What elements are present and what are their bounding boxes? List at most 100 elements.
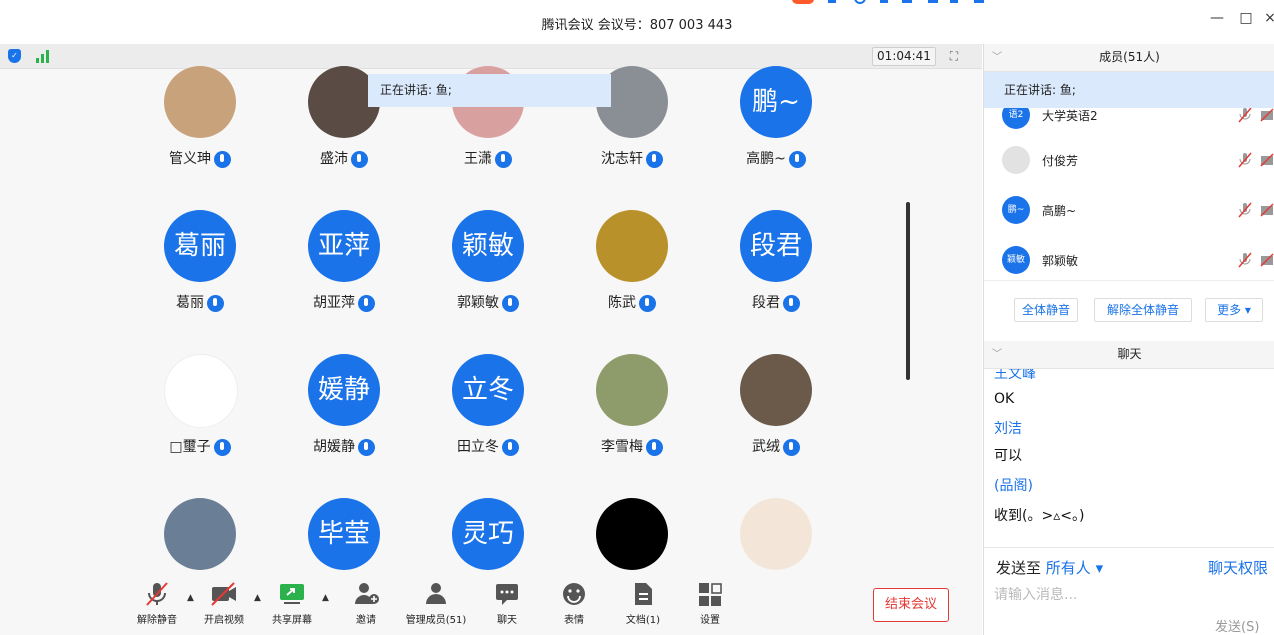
participant-avatar: 段君 [740, 210, 812, 282]
participant-avatar [740, 354, 812, 426]
security-shield-icon[interactable]: ✓ [8, 49, 21, 63]
member-name: 付俊芳 [1042, 154, 1079, 168]
mic-icon [213, 438, 231, 456]
mic-muted-icon[interactable] [1237, 202, 1253, 218]
mic-muted-icon[interactable] [1237, 107, 1253, 123]
unmute-all-button[interactable]: 解除全体静音 [1094, 298, 1192, 322]
participant-tile[interactable]: 立冬 田立冬 [428, 354, 548, 484]
participant-name: 沈志轩 [572, 148, 692, 168]
send-to: 发送至 所有人 ▾ [996, 557, 1103, 578]
participant-tile[interactable]: 葛丽 葛丽 [140, 210, 260, 340]
mic-muted-icon[interactable] [1237, 252, 1253, 268]
send-button[interactable]: 发送(S) [1215, 616, 1259, 635]
chat-header[interactable]: ﹀ 聊天 [984, 341, 1274, 369]
participant-avatar: 鹏~ [740, 66, 812, 138]
participant-name-text: 陈武 [608, 295, 636, 311]
participant-name-text: 田立冬 [457, 439, 499, 455]
mic-icon [358, 438, 375, 456]
mic-icon [646, 438, 663, 456]
member-avatar [1002, 146, 1030, 174]
mic-icon [788, 150, 806, 168]
mic-icon [783, 438, 800, 456]
chat-icon [493, 581, 521, 607]
more-button[interactable]: 更多 ▾ [1205, 298, 1263, 322]
participant-name-text: 盛沛 [320, 151, 348, 167]
mic-icon [783, 294, 800, 312]
participant-name: 盛沛 [284, 148, 404, 168]
participant-tile[interactable]: □璽子 [140, 354, 260, 484]
participant-tile[interactable]: 陈武 [572, 210, 692, 340]
fullscreen-icon[interactable]: ⛶ [946, 48, 962, 64]
end-meeting-button[interactable]: 结束会议 [873, 588, 949, 622]
chat-permissions-button[interactable]: 聊天权限 [1208, 557, 1268, 578]
participant-avatar: 颖敏 [452, 210, 524, 282]
minimize-button[interactable]: — [1207, 10, 1227, 26]
participant-name: 田立冬 [428, 436, 548, 456]
mic-muted-icon [143, 581, 171, 607]
participant-tile[interactable]: 亚萍 胡亚萍 [284, 210, 404, 340]
window-title: 腾讯会议 会议号：807 003 443 [541, 18, 733, 33]
participant-tile[interactable]: 媛静胡媛静 [284, 354, 404, 484]
participant-tile[interactable]: 鹏~ 高鹏~ [716, 66, 836, 196]
manage-members-button[interactable]: 管理成员(51) [396, 581, 476, 626]
close-button[interactable]: × [1260, 10, 1274, 26]
participant-avatar [596, 210, 668, 282]
participant-name: 武绒 [716, 436, 836, 456]
mic-icon [639, 294, 656, 312]
title-bar: 腾讯会议 会议号：807 003 443 — □ × [0, 0, 1274, 45]
participant-tile[interactable]: 管义珅 [140, 66, 260, 196]
invite-button[interactable]: 邀请 [326, 581, 406, 626]
participant-avatar: 媛静 [308, 354, 380, 426]
collapse-chevron-icon[interactable]: ﹀ [992, 341, 1002, 368]
member-row[interactable]: 付俊芳 [984, 139, 1274, 189]
camera-off-icon[interactable] [1260, 253, 1274, 267]
member-name: 郭颖敏 [1042, 254, 1079, 268]
participant-name-text: 郭颖敏 [457, 295, 499, 311]
participant-name-text: 沈志轩 [601, 151, 643, 167]
mic-icon [646, 150, 663, 168]
manage-members-label: 管理成员(51) [405, 615, 467, 626]
video-gallery: ✓ 01:04:41 ⛶ 管义珅 盛沛 王潇 沈志轩 鹏~ 高鹏~ 葛丽 葛丽 亚萍 胡亚萍 颖敏郭… [0, 44, 982, 635]
settings-label: 设置 [700, 615, 720, 626]
participant-tile[interactable]: 李雪梅 [572, 354, 692, 484]
message-input[interactable]: 请输入消息... [994, 584, 1077, 604]
participant-name-text: 胡媛静 [313, 439, 355, 455]
settings-button[interactable]: 设置 [670, 581, 750, 626]
mic-icon [502, 294, 519, 312]
mute-all-button[interactable]: 全体静音 [1014, 298, 1078, 322]
participant-avatar: 毕莹 [308, 498, 380, 570]
chat-sender: 刘洁 [994, 421, 1022, 437]
member-row[interactable]: 鹏~ 高鹏~ [984, 189, 1274, 239]
floating-toolbar-icons[interactable] [790, 0, 1000, 8]
recipient-select[interactable]: 所有人 ▾ [1046, 559, 1103, 577]
chat-message: 可以 [994, 448, 1022, 464]
participant-tile[interactable]: 颖敏郭颖敏 [428, 210, 548, 340]
mic-icon [351, 150, 368, 168]
participant-avatar [596, 498, 668, 570]
mic-icon [214, 150, 231, 168]
participant-tile[interactable]: 段君 段君 [716, 210, 836, 340]
camera-off-icon[interactable] [1260, 153, 1274, 167]
mic-icon [495, 150, 512, 168]
chat-sender: 王文峰 [994, 369, 1036, 382]
participant-avatar: 灵巧 [452, 498, 524, 570]
participant-name: 陈武 [572, 292, 692, 312]
right-panel: ﹀ 成员(51人) 语2 大学英语2 付俊芳 鹏~ 高鹏~ 颖敏 郭颖敏 正在讲 [983, 44, 1274, 635]
emoji-button[interactable]: 表情 [534, 581, 614, 626]
participant-name: 管义珅 [140, 148, 260, 168]
participant-name-text: 王潇 [464, 151, 492, 167]
share-screen-button[interactable]: 共享屏幕 [252, 581, 332, 626]
participant-name-text: 武绒 [752, 439, 780, 455]
camera-off-icon[interactable] [1260, 203, 1274, 217]
collapse-chevron-icon[interactable]: ﹀ [992, 44, 1002, 71]
gallery-scrollbar[interactable] [906, 202, 910, 380]
members-header[interactable]: ﹀ 成员(51人) [984, 44, 1274, 72]
mic-muted-icon[interactable] [1237, 152, 1253, 168]
participant-name: 葛丽 [140, 292, 260, 312]
camera-off-icon[interactable] [1260, 108, 1274, 122]
participant-name-text: 段君 [752, 295, 780, 311]
maximize-button[interactable]: □ [1236, 10, 1256, 26]
participant-tile[interactable]: 武绒 [716, 354, 836, 484]
network-signal-icon[interactable] [36, 49, 52, 63]
member-row[interactable]: 颖敏 郭颖敏 [984, 239, 1274, 282]
